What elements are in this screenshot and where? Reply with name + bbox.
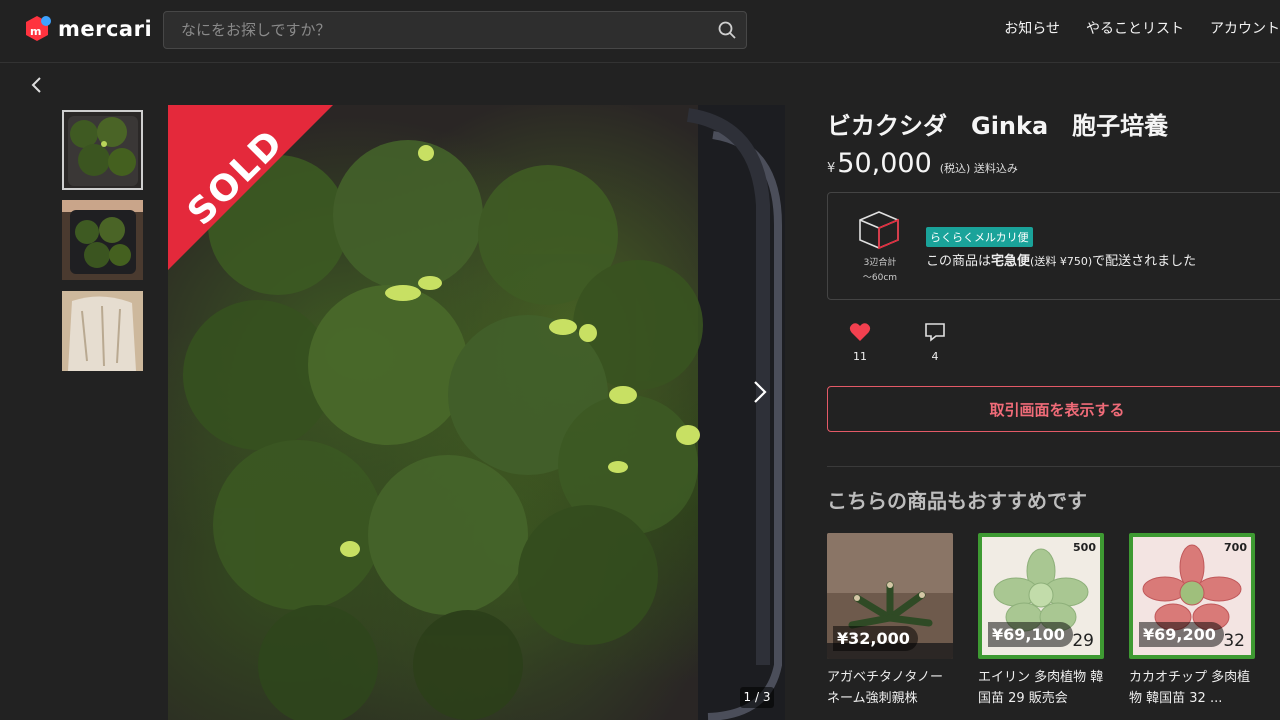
mercari-logo-icon: m [24,15,52,43]
sold-ribbon: SOLD [168,105,333,270]
thumbnail-3[interactable] [62,291,143,371]
like-count: 11 [853,350,867,363]
header-nav: お知らせ やることリスト アカウント [1004,18,1280,38]
thumbnail-label-image [62,291,143,371]
thumbnail-moss-image [64,112,141,188]
currency-symbol: ¥ [827,161,836,176]
card-price: ¥32,000 [833,626,918,651]
comment-button[interactable]: 4 [921,322,949,363]
comment-count: 4 [931,350,939,363]
recommendation-card-3[interactable]: 700 ¥69,200 32 カカオチップ 多肉植物 韓国苗 32 ... [1129,533,1255,709]
nav-todo-list[interactable]: やることリスト [1086,18,1184,38]
card-name: エイリン 多肉植物 韓国苗 29 販売会 [978,670,1104,706]
size-caption: 3辺合計 [863,258,897,268]
search-input[interactable] [164,12,704,48]
logo-text: mercari [58,17,153,41]
next-image-chevron-icon[interactable] [748,377,772,407]
back-arrow-icon[interactable] [28,74,46,96]
card-image: 700 ¥69,200 32 [1129,533,1255,659]
shipping-description: この商品は宅急便(送料 ¥750)で配送されました [926,254,1197,269]
card-name: アガベチタノタノーネーム強刺親株 [827,670,943,706]
nav-notifications[interactable]: お知らせ [1004,18,1060,38]
price-note: (税込) 送料込み [939,162,1018,175]
heart-icon [849,323,871,341]
like-button[interactable]: 11 [846,322,874,363]
price-row: ¥ 50,000 (税込) 送料込み [827,148,1018,179]
comment-bubble-icon [925,323,945,342]
item-title: ビカクシダ Ginka 胞子培養 [827,112,1169,140]
mercari-logo[interactable]: m mercari [24,15,152,43]
view-transaction-button[interactable]: 取引画面を表示する [827,386,1280,432]
card-number: 32 [1223,631,1245,651]
main-photo[interactable]: SOLD [168,105,785,720]
search-bar[interactable] [163,11,747,49]
thumbnail-1[interactable] [62,110,143,190]
recommendations-title: こちらの商品もおすすめです [827,489,1087,513]
search-icon[interactable] [717,20,737,40]
card-name: カカオチップ 多肉植物 韓国苗 32 ... [1129,670,1251,706]
shipping-fee: (送料 ¥750) [1030,255,1093,268]
recommendation-card-1[interactable]: ¥32,000 アガベチタノタノーネーム強刺親株 [827,533,953,709]
section-divider [827,466,1280,467]
shipping-service-badge: らくらくメルカリ便 [926,227,1033,247]
shipping-method: 宅急便 [991,254,1031,269]
card-number: 29 [1072,631,1094,651]
top-header: m mercari お知らせ やることリスト アカウント [0,0,1280,63]
recommendation-card-2[interactable]: 500 ¥69,100 29 エイリン 多肉植物 韓国苗 29 販売会 [978,533,1104,709]
card-image: ¥32,000 [827,533,953,659]
shipping-info-box: 3辺合計 〜60cm らくらくメルカリ便 この商品は宅急便(送料 ¥750)で配… [827,192,1280,300]
image-counter: 1 / 3 [740,687,774,708]
card-price: ¥69,100 [988,622,1073,647]
thumbnail-tray-image [62,200,143,280]
card-price: ¥69,200 [1139,622,1224,647]
size-range: 〜60cm [862,273,898,283]
package-box-icon [859,211,899,250]
nav-account[interactable]: アカウント [1210,18,1280,38]
card-tag: 500 [1073,541,1096,554]
svg-text:m: m [30,25,41,38]
card-image: 500 ¥69,100 29 [978,533,1104,659]
thumbnail-2[interactable] [62,200,143,280]
item-price: 50,000 [837,148,932,179]
card-tag: 700 [1224,541,1247,554]
